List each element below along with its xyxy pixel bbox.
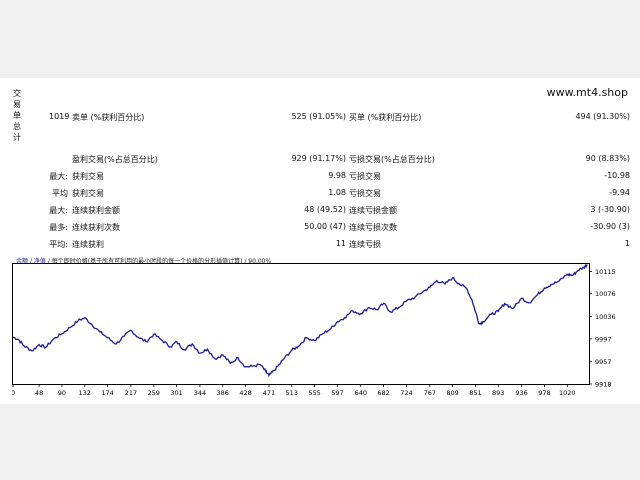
max-prefix: 最大:	[49, 206, 68, 215]
loss-trades-value: 90 (8.83%)	[585, 154, 630, 163]
largest-profit-value: 9.98	[328, 171, 346, 180]
chart-header-separator: /	[47, 258, 50, 265]
avg-consec-wins-value: 11	[335, 239, 346, 248]
profit-trades-label: 盈利交易(%占总百分比)	[72, 155, 158, 164]
report-panel: 交 易 单 总 计 www.mt4.shop 1019 卖单 (%获利百分比) …	[0, 78, 640, 404]
avg-consec-losses-value: 1	[624, 239, 630, 248]
balance-tab[interactable]: 余额	[16, 258, 28, 265]
sell-orders-value: 525 (91.05%)	[291, 112, 346, 121]
x-tick-label: 48	[35, 389, 43, 397]
x-tick-label: 851	[469, 389, 481, 397]
max-consec-wins-label: 连续获利金额	[72, 206, 120, 215]
y-tick-label: 9918	[595, 381, 612, 389]
sell-orders-label: 卖单 (%获利百分比)	[72, 113, 145, 122]
chart-header-text: 每个即时价格(基于所有可利用的最小时段的每一个价格的分形插值计算) / 90.0…	[51, 258, 272, 265]
y-tick-label: 10115	[595, 268, 616, 276]
maximal-prefix: 最多:	[49, 223, 68, 232]
maximal-consec-loss-value: -30.90 (3)	[590, 222, 630, 231]
average-profit-label: 获利交易	[72, 189, 104, 198]
x-tick-label: 301	[170, 389, 182, 397]
avg-consec-wins-label: 连续获利	[72, 240, 104, 249]
x-tick-label: 132	[79, 389, 91, 397]
max-consec-wins-value: 48 (49.52)	[304, 205, 346, 214]
x-tick-label: 259	[148, 389, 160, 397]
chart-header-separator: /	[29, 258, 32, 265]
x-tick-label: 90	[58, 389, 66, 397]
plot-area	[12, 263, 590, 385]
maximal-consec-profit-value: 50.00 (47)	[304, 222, 346, 231]
x-tick-label: 724	[400, 389, 412, 397]
x-tick-label: 936	[515, 389, 527, 397]
x-axis: 0 48 90 132 174 217 259 301 344 386 428 471 513 555 59…	[11, 384, 576, 397]
chart-header: 余额 / 净值 / 每个即时价格(基于所有可利用的最小时段的每一个价格的分形插值…	[16, 256, 271, 265]
max-consec-losses-label: 连续亏损金额	[349, 206, 397, 215]
x-tick-label: 471	[263, 389, 275, 397]
maximal-consec-loss-label: 连续亏损次数	[349, 223, 397, 232]
y-tick-label: 10036	[595, 313, 616, 321]
loss-trades-label: 亏损交易(%占总百分比)	[349, 155, 435, 164]
avg-consec-losses-label: 连续亏损	[349, 240, 381, 249]
total-trades-value: 1019	[49, 112, 70, 121]
x-tick-label: 344	[194, 389, 206, 397]
chart-svg: 0 48 90 132 174 217 259 301 344 386 428 471 513 555 59…	[11, 263, 616, 397]
largest-loss-label: 亏损交易	[349, 172, 381, 181]
largest-prefix: 最大:	[49, 172, 68, 181]
avg-consec-prefix: 平均:	[49, 240, 68, 249]
x-tick-label: 767	[424, 389, 436, 397]
largest-loss-value: -10.98	[604, 171, 630, 180]
x-tick-label: 893	[492, 389, 504, 397]
x-tick-label: 597	[331, 389, 343, 397]
maximal-consec-profit-label: 连续获利次数	[72, 223, 120, 232]
x-tick-label: 1020	[559, 389, 576, 397]
x-tick-label: 0	[12, 389, 15, 397]
x-tick-label: 428	[239, 389, 251, 397]
buy-orders-label: 买单 (%获利百分比)	[349, 113, 422, 122]
x-tick-label: 513	[286, 389, 298, 397]
average-loss-label: 亏损交易	[349, 189, 381, 198]
x-tick-label: 555	[308, 389, 320, 397]
y-axis: 9918 9957 9997 10036 10076 10115	[589, 268, 616, 389]
balance-chart: 余额 / 净值 / 每个即时价格(基于所有可利用的最小时段的每一个价格的分形插值…	[11, 255, 628, 405]
profit-trades-value: 929 (91.17%)	[291, 154, 346, 163]
x-tick-label: 174	[101, 389, 113, 397]
x-tick-label: 386	[217, 389, 229, 397]
x-tick-label: 217	[125, 389, 137, 397]
y-tick-label: 9997	[595, 335, 612, 343]
x-tick-label: 809	[446, 389, 458, 397]
buy-orders-value: 494 (91.30%)	[575, 112, 630, 121]
x-tick-label: 640	[355, 389, 367, 397]
max-consec-losses-value: 3 (-30.90)	[590, 205, 630, 214]
y-tick-label: 9957	[595, 358, 612, 366]
equity-tab[interactable]: 净值	[34, 258, 46, 265]
average-loss-value: -9.94	[609, 188, 630, 197]
largest-profit-label: 获利交易	[72, 172, 104, 181]
average-profit-value: 1.08	[328, 188, 346, 197]
stats-table: 1019 卖单 (%获利百分比) 525 (91.05%) 买单 (%获利百分比…	[0, 78, 640, 253]
y-tick-label: 10076	[595, 290, 616, 298]
x-tick-label: 682	[377, 389, 389, 397]
x-tick-label: 978	[538, 389, 550, 397]
average-prefix: 平均	[52, 189, 68, 198]
